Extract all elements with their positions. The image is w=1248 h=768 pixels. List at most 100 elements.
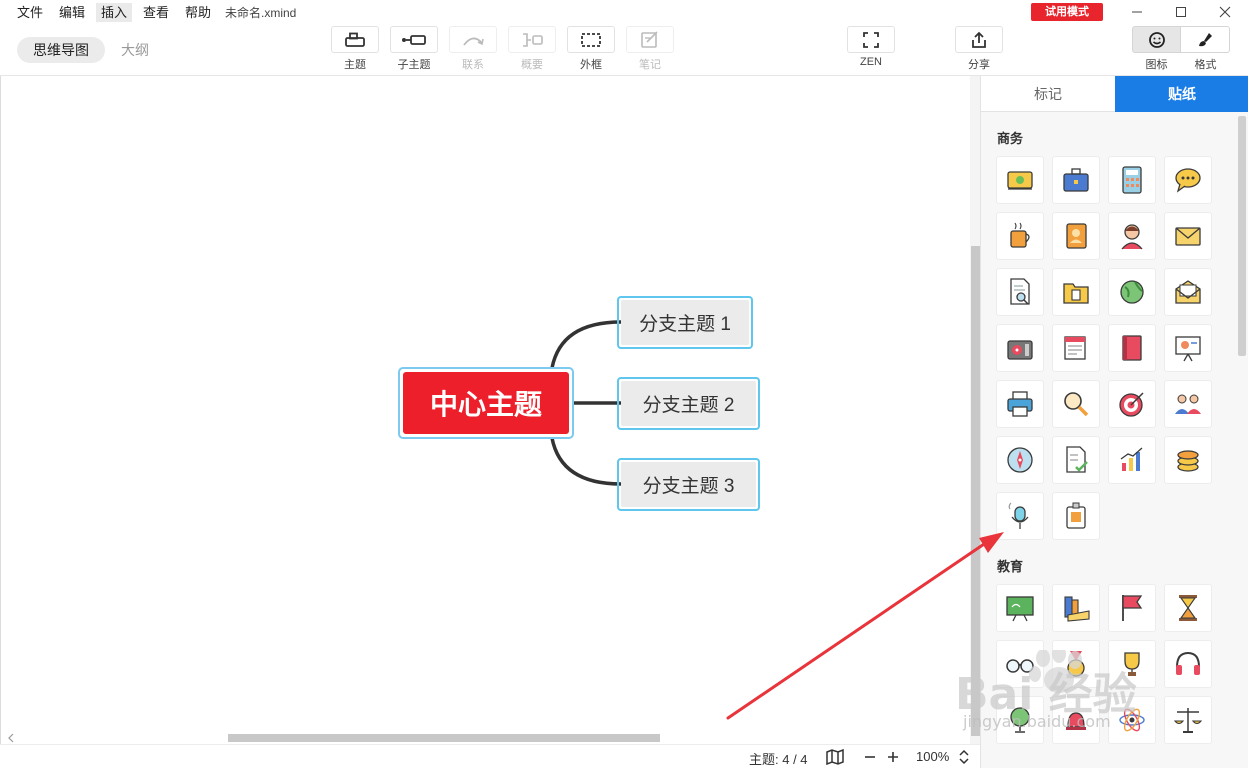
sticker-calculator[interactable]	[1108, 156, 1156, 204]
icons-panel-button[interactable]	[1132, 26, 1181, 53]
insert-notes-button[interactable]: 笔记	[625, 26, 675, 74]
view-tab-mindmap[interactable]: 思维导图	[17, 37, 105, 63]
minimize-button[interactable]	[1114, 0, 1160, 24]
sticker-contact-card[interactable]	[1052, 212, 1100, 260]
sticker-target[interactable]	[1108, 380, 1156, 428]
sticker-printer[interactable]	[996, 380, 1044, 428]
sticker-team[interactable]	[1164, 380, 1212, 428]
tab-markers[interactable]: 标记	[981, 76, 1115, 112]
target-icon	[1119, 392, 1144, 417]
flag-icon	[1122, 595, 1143, 621]
zoom-level[interactable]: 100%	[916, 749, 949, 764]
sticker-coffee-cup[interactable]	[996, 212, 1044, 260]
branch-topic-1-text: 分支主题 1	[621, 300, 749, 345]
presentation-board-icon	[1175, 336, 1201, 362]
panel-tabs: 标记 贴纸	[981, 76, 1248, 112]
branch-topic-2[interactable]: 分支主题 2	[617, 377, 760, 430]
sticker-headphones[interactable]	[1164, 640, 1212, 688]
sticker-chat-bubble[interactable]	[1164, 156, 1212, 204]
checklist-icon	[1066, 446, 1088, 473]
sticker-globe[interactable]	[1108, 268, 1156, 316]
sticker-coins[interactable]	[1164, 436, 1212, 484]
sticker-books[interactable]	[1052, 584, 1100, 632]
branch-topic-1[interactable]: 分支主题 1	[617, 296, 753, 349]
sticker-money[interactable]	[996, 156, 1044, 204]
menu-file[interactable]: 文件	[12, 3, 48, 22]
share-button[interactable]: 分享	[954, 26, 1004, 74]
sticker-chalkboard[interactable]	[996, 584, 1044, 632]
sticker-medal[interactable]	[1052, 640, 1100, 688]
maximize-button[interactable]	[1158, 0, 1204, 24]
toolbar: 思维导图 大纲 主题 子主题 联系 概要 外框 笔记 ZEN 分享 图标 格式	[0, 24, 1248, 76]
subtopic-icon	[402, 34, 426, 45]
menu-view[interactable]: 查看	[138, 3, 174, 22]
sticker-flag[interactable]	[1108, 584, 1156, 632]
menu-insert[interactable]: 插入	[96, 3, 133, 22]
share-icon	[972, 31, 986, 48]
format-brush-icon	[1199, 32, 1212, 46]
notes-icon	[641, 30, 658, 48]
zoom-in-icon[interactable]	[887, 751, 899, 763]
sticker-open-mail[interactable]	[1164, 268, 1212, 316]
sticker-bar-chart[interactable]	[1108, 436, 1156, 484]
sticker-magnifier[interactable]	[1052, 380, 1100, 428]
globe-icon	[1120, 280, 1144, 304]
notes-label: 笔记	[639, 59, 661, 71]
insert-subtopic-button[interactable]: 子主题	[389, 26, 439, 74]
scales-icon	[1173, 708, 1203, 733]
format-panel-button[interactable]	[1181, 26, 1230, 53]
sticker-book[interactable]	[1108, 324, 1156, 372]
canvas-horizontal-scrollbar[interactable]	[7, 733, 967, 743]
insert-summary-button[interactable]: 概要	[507, 26, 557, 74]
sticker-trophy[interactable]	[1108, 640, 1156, 688]
medal-icon	[1067, 651, 1085, 677]
contact-card-icon	[1066, 223, 1087, 249]
maximize-icon	[1176, 7, 1186, 17]
calculator-icon	[1122, 166, 1142, 194]
sticker-presentation-board[interactable]	[1164, 324, 1212, 372]
sticker-checklist[interactable]	[1052, 436, 1100, 484]
sticker-glasses[interactable]	[996, 640, 1044, 688]
sticker-id-badge[interactable]	[1052, 492, 1100, 540]
tab-stickers[interactable]: 贴纸	[1115, 76, 1248, 112]
trial-mode-badge[interactable]: 试用模式	[1031, 3, 1103, 21]
sticker-cash-register[interactable]	[996, 324, 1044, 372]
sticker-folder[interactable]	[1052, 268, 1100, 316]
sticker-globe-stand[interactable]	[996, 696, 1044, 744]
money-icon	[1007, 171, 1033, 190]
sticker-bell[interactable]	[1052, 696, 1100, 744]
sticker-newspaper[interactable]	[1052, 324, 1100, 372]
mindmap-canvas[interactable]: 中心主题 分支主题 1 分支主题 2 分支主题 3	[0, 76, 981, 768]
minimize-icon	[1132, 11, 1142, 13]
menu-help[interactable]: 帮助	[180, 3, 216, 22]
atom-icon	[1119, 708, 1145, 732]
panel-scrollbar[interactable]	[1238, 116, 1246, 756]
sticker-document-search[interactable]	[996, 268, 1044, 316]
sticker-panel: 标记 贴纸 商务 教育	[980, 76, 1248, 768]
insert-topic-button[interactable]: 主题	[330, 26, 380, 74]
insert-boundary-button[interactable]: 外框	[566, 26, 616, 74]
fullscreen-icon	[863, 31, 879, 48]
view-tab-outline[interactable]: 大纲	[114, 37, 156, 63]
sticker-atom[interactable]	[1108, 696, 1156, 744]
menu-edit[interactable]: 编辑	[54, 3, 90, 22]
sticker-compass[interactable]	[996, 436, 1044, 484]
magnifier-icon	[1064, 392, 1089, 417]
sticker-envelope[interactable]	[1164, 212, 1212, 260]
map-view-icon[interactable]	[826, 749, 844, 765]
topic-label: 主题	[344, 59, 366, 71]
close-button[interactable]	[1202, 0, 1248, 24]
central-topic[interactable]: 中心主题	[398, 367, 574, 439]
branch-topic-3[interactable]: 分支主题 3	[617, 458, 760, 511]
sticker-support-agent[interactable]	[1108, 212, 1156, 260]
insert-relationship-button[interactable]: 联系	[448, 26, 498, 74]
sticker-scales[interactable]	[1164, 696, 1212, 744]
zen-mode-button[interactable]: ZEN	[846, 26, 896, 74]
smiley-icon	[1148, 31, 1165, 48]
bar-chart-icon	[1120, 447, 1143, 471]
zoom-stepper-icon[interactable]	[959, 749, 969, 765]
sticker-briefcase[interactable]	[1052, 156, 1100, 204]
sticker-microphone[interactable]	[996, 492, 1044, 540]
zoom-out-icon[interactable]	[864, 751, 876, 763]
sticker-hourglass[interactable]	[1164, 584, 1212, 632]
